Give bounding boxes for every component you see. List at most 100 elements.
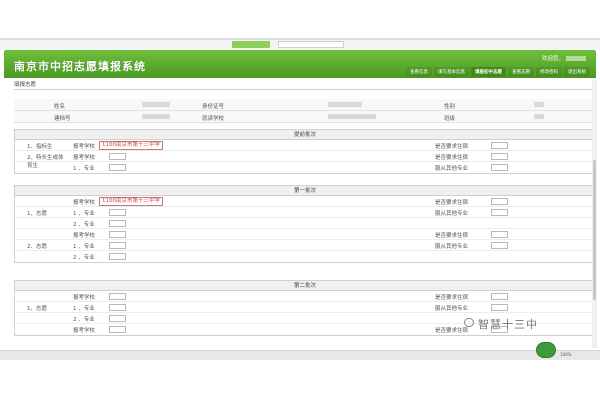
table-row: 2、志愿 1 、专业 服从其他专业: [15, 240, 595, 251]
major-select[interactable]: [109, 315, 126, 322]
toolbar-button[interactable]: [232, 41, 270, 48]
school-select[interactable]: [109, 231, 126, 238]
school-field-label: 报考学校: [73, 155, 96, 161]
obey-select[interactable]: [491, 304, 508, 311]
school-value: [328, 114, 376, 119]
table-row: 报考学校 是否要求住宿: [15, 291, 595, 302]
major-select[interactable]: [109, 209, 126, 216]
category-label: 2、志愿: [27, 244, 47, 250]
app-title: 南京市中招志愿填报系统: [14, 60, 146, 73]
category-label: 1、志愿: [27, 306, 47, 312]
obey-label: 服从其他专业: [435, 211, 469, 217]
school-field-label: 报考学校: [73, 144, 96, 150]
major-select[interactable]: [109, 304, 126, 311]
toolbar-divider: [0, 38, 600, 40]
school-field-label: 报考学校: [73, 200, 96, 206]
gender-label: 性别: [444, 104, 456, 110]
zoom-level[interactable]: 100%: [560, 352, 571, 357]
major-label: 1 、专业: [73, 166, 95, 172]
welcome-text: 欢迎您，: [542, 54, 586, 62]
dorm-label: 是否要求住宿: [435, 233, 469, 239]
school-select[interactable]: 1100南京市第十三中学: [99, 141, 163, 150]
table-row: 报考学校 是否要求住宿: [15, 229, 595, 240]
section-first: 第一批次 报考学校 1100南京市第十三中学 是否要求住宿 1、志愿 1 、专业…: [14, 185, 596, 263]
scrollbar-thumb[interactable]: [593, 160, 596, 300]
section-title: 提前批次: [15, 130, 595, 140]
tab-basic-info[interactable]: 填写基本信息: [434, 67, 469, 77]
major-select[interactable]: [109, 242, 126, 249]
school-label: 就读学校: [202, 116, 225, 122]
dorm-label: 是否要求住宿: [435, 144, 469, 150]
section-early: 提前批次 1、指标生 报考学校 1100南京市第十三中学 是否要求住宿 2、特长…: [14, 129, 596, 174]
dorm-select[interactable]: [491, 153, 508, 160]
table-row: 2 、专业: [15, 218, 595, 229]
nav-tabs: 查看信息 填写基本信息 填报初中志愿 查看志愿 修改密码 退出系统: [406, 67, 590, 77]
school-select[interactable]: [109, 326, 126, 333]
dorm-label: 是否要求住宿: [435, 295, 469, 301]
tab-view-info[interactable]: 查看信息: [406, 67, 432, 77]
wechat-icon: [464, 318, 474, 327]
id-value: [328, 102, 362, 107]
major-label: 2 、专业: [73, 317, 95, 323]
class-value: [534, 114, 544, 119]
obey-select[interactable]: [491, 209, 508, 216]
section-title: 第二批次: [15, 281, 595, 291]
dorm-label: 是否要求住宿: [435, 200, 469, 206]
dorm-select[interactable]: [491, 293, 508, 300]
breadcrumb: 填报志愿: [14, 80, 596, 90]
table-row: 1、志愿 1 、专业 服从其他专业: [15, 207, 595, 218]
table-row: 1 、专业 服从其他专业: [15, 162, 595, 173]
obey-label: 服从其他专业: [435, 166, 469, 172]
section-title: 第一批次: [15, 186, 595, 196]
school-select[interactable]: [109, 153, 126, 160]
major-label: 2 、专业: [73, 222, 95, 228]
address-field[interactable]: [278, 41, 344, 48]
major-select[interactable]: [109, 253, 126, 260]
major-label: 1 、专业: [73, 211, 95, 217]
gender-value: [534, 102, 544, 107]
obey-select[interactable]: [491, 242, 508, 249]
tab-fill-volunteer[interactable]: 填报初中志愿: [471, 67, 506, 77]
school-field-label: 报考学校: [73, 233, 96, 239]
info-row: 建档号 就读学校 班级: [14, 111, 596, 123]
major-select[interactable]: [109, 220, 126, 227]
dorm-select[interactable]: [491, 198, 508, 205]
tab-view-volunteer[interactable]: 查看志愿: [508, 67, 534, 77]
status-badge-icon: [536, 342, 556, 358]
table-row: 2 、专业: [15, 251, 595, 262]
table-row: 1、志愿 1 、专业 服从其他专业: [15, 302, 595, 313]
obey-label: 服从其他专业: [435, 306, 469, 312]
dorm-select[interactable]: [491, 231, 508, 238]
tab-logout[interactable]: 退出系统: [564, 67, 590, 77]
major-select[interactable]: [109, 164, 126, 171]
info-row: 姓名 身份证号 性别: [14, 99, 596, 111]
school-field-label: 报考学校: [73, 295, 96, 301]
class-label: 班级: [444, 116, 456, 122]
dorm-label: 是否要求住宿: [435, 155, 469, 161]
table-row: 2、特长生或体育生 报考学校 是否要求住宿: [15, 151, 595, 169]
user-name: [566, 56, 586, 61]
dorm-label: 是否要求住宿: [435, 328, 469, 334]
school-select[interactable]: [109, 293, 126, 300]
file-value: [142, 114, 170, 119]
name-value: [142, 102, 170, 107]
major-label: 1 、专业: [73, 244, 95, 250]
watermark-text: 智慧十三中: [478, 318, 538, 331]
school-field-label: 报考学校: [73, 328, 96, 334]
major-label: 2 、专业: [73, 255, 95, 261]
school-select[interactable]: 1100南京市第十三中学: [99, 197, 163, 206]
obey-select[interactable]: [491, 164, 508, 171]
category-label: 1、志愿: [27, 211, 47, 217]
category-label: 1、指标生: [27, 144, 53, 150]
tab-change-password[interactable]: 修改密码: [536, 67, 562, 77]
table-row: 1、指标生 报考学校 1100南京市第十三中学 是否要求住宿: [15, 140, 595, 151]
obey-label: 服从其他专业: [435, 244, 469, 250]
major-label: 1 、专业: [73, 306, 95, 312]
table-row: 报考学校 1100南京市第十三中学 是否要求住宿: [15, 196, 595, 207]
id-label: 身份证号: [202, 104, 225, 110]
status-bar: [0, 350, 600, 360]
dorm-select[interactable]: [491, 142, 508, 149]
file-label: 建档号: [54, 116, 71, 122]
name-label: 姓名: [54, 104, 66, 110]
student-info: 姓名 身份证号 性别 建档号 就读学校 班级: [14, 99, 596, 123]
